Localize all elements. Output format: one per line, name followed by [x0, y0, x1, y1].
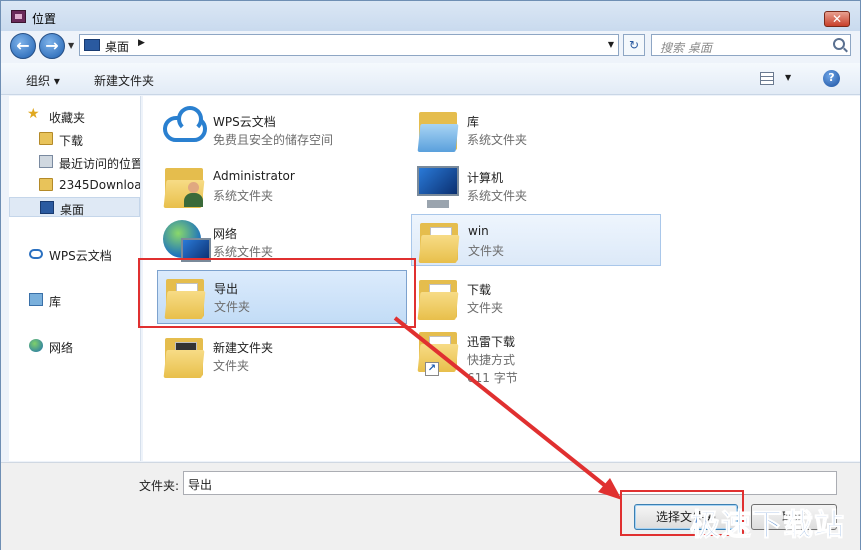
shortcut-folder-icon: ↗ — [417, 328, 459, 376]
library-icon — [29, 293, 43, 306]
address-bar[interactable]: 桌面 ▶ ▼ — [79, 34, 619, 56]
sidebar-item-favorites[interactable]: ★ 收藏夹 — [9, 106, 140, 126]
desktop-icon — [84, 39, 100, 51]
sidebar-item-network[interactable]: 网络 — [9, 336, 140, 356]
star-icon: ★ — [27, 106, 40, 122]
network-icon — [163, 220, 211, 262]
download-folder-icon — [39, 132, 53, 145]
command-toolbar: 组织 ▾ 新建文件夹 ▼ ? — [1, 63, 860, 95]
highlight-box-export — [138, 258, 416, 328]
dialog-window: 位置 ✕ ← → ▼ 桌面 ▶ ▼ ↻ 搜索 桌面 组织 ▾ 新建文件夹 ▼ ?… — [0, 0, 861, 550]
view-dropdown-icon[interactable]: ▼ — [785, 73, 791, 82]
app-icon — [11, 10, 26, 23]
user-folder-icon — [163, 164, 205, 208]
network-icon — [29, 339, 43, 352]
folder-icon — [417, 276, 459, 320]
search-input[interactable]: 搜索 桌面 — [651, 34, 851, 56]
window-title: 位置 — [32, 12, 57, 26]
file-item-computer[interactable]: 计算机 系统文件夹 — [411, 160, 657, 212]
search-placeholder: 搜索 桌面 — [660, 41, 712, 55]
folder-field-label: 文件夹: — [139, 479, 180, 493]
address-separator-icon[interactable]: ▶ — [138, 38, 145, 48]
folder-icon — [39, 178, 53, 191]
address-text[interactable]: 桌面 — [105, 38, 129, 55]
file-item-wps-cloud[interactable]: WPS云文档 免费且安全的储存空间 — [157, 104, 403, 156]
folder-icon — [163, 334, 205, 378]
search-icon[interactable] — [833, 38, 845, 50]
title-bar: 位置 ✕ — [1, 1, 860, 31]
shortcut-arrow-icon: ↗ — [425, 362, 439, 376]
view-options-icon[interactable] — [760, 72, 774, 85]
address-dropdown-icon[interactable]: ▼ — [608, 40, 614, 49]
desktop-icon — [40, 201, 54, 214]
back-button[interactable]: ← — [10, 33, 36, 59]
sidebar-item-wps-cloud[interactable]: WPS云文档 — [9, 244, 140, 264]
computer-icon — [417, 166, 459, 208]
file-item-new-folder[interactable]: 新建文件夹 文件夹 — [157, 330, 403, 382]
forward-button[interactable]: → — [39, 33, 65, 59]
organize-button[interactable]: 组织 ▾ — [26, 72, 60, 89]
help-icon[interactable]: ? — [823, 70, 840, 87]
sidebar-item-desktop[interactable]: 桌面 — [9, 197, 140, 217]
file-item-administrator[interactable]: Administrator 系统文件夹 — [157, 160, 403, 212]
new-folder-button[interactable]: 新建文件夹 — [94, 72, 154, 89]
cloud-icon — [29, 249, 43, 259]
recent-pages-dropdown[interactable]: ▼ — [68, 41, 74, 50]
file-item-win[interactable]: win 文件夹 — [411, 214, 661, 266]
navigation-pane: ★ 收藏夹 下载 最近访问的位置 2345Downloa 桌面 WPS云文档 库 — [9, 96, 141, 461]
folder-icon — [418, 219, 460, 263]
file-item-downloads[interactable]: 下载 文件夹 — [411, 272, 657, 324]
file-item-xunlei-download[interactable]: ↗ 迅雷下载 快捷方式 611 字节 — [411, 324, 657, 385]
refresh-button[interactable]: ↻ — [623, 34, 645, 56]
library-icon — [417, 108, 459, 152]
file-item-libraries[interactable]: 库 系统文件夹 — [411, 104, 657, 156]
watermark-text: 极速下载站 — [690, 508, 845, 544]
cloud-icon — [163, 106, 207, 142]
sidebar-item-recent[interactable]: 最近访问的位置 — [9, 152, 140, 172]
sidebar-item-2345downloads[interactable]: 2345Downloa — [9, 175, 140, 195]
recent-places-icon — [39, 155, 53, 168]
close-button[interactable]: ✕ — [824, 11, 850, 27]
sidebar-item-downloads[interactable]: 下载 — [9, 129, 140, 149]
sidebar-item-libraries[interactable]: 库 — [9, 290, 140, 310]
navigation-bar: ← → ▼ 桌面 ▶ ▼ ↻ 搜索 桌面 — [1, 31, 860, 61]
